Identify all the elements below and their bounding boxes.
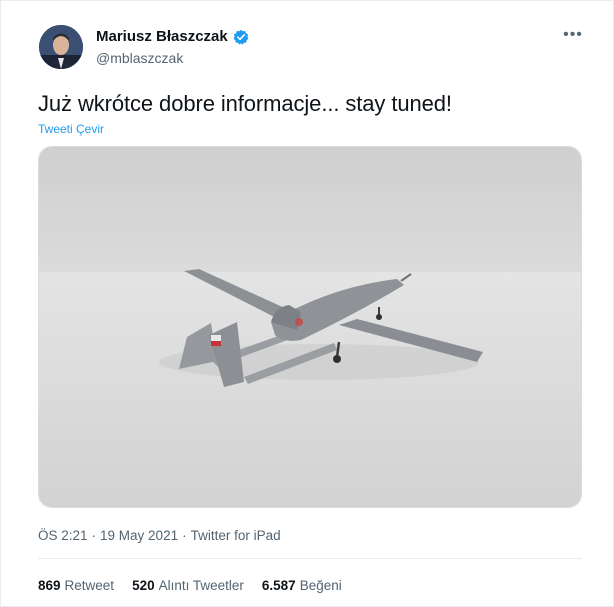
user-handle[interactable]: @mblaszczak — [96, 50, 183, 66]
display-name[interactable]: Mariusz Błaszczak — [96, 28, 228, 45]
stat-number: 869 — [38, 578, 61, 593]
stat-label: Beğeni — [299, 578, 342, 593]
tweet-media-photo[interactable] — [38, 146, 582, 508]
retweet-count[interactable]: 869 Retweet — [38, 578, 114, 593]
stat-number: 6.587 — [261, 578, 296, 593]
verified-badge-icon — [233, 29, 249, 45]
meta-separator: · — [91, 528, 97, 543]
profile-photo-icon — [39, 25, 83, 69]
stat-label: Retweet — [64, 578, 115, 593]
stat-label: Alıntı Tweetler — [158, 578, 244, 593]
divider — [38, 558, 582, 559]
avatar[interactable] — [39, 25, 83, 69]
quote-tweet-count[interactable]: 520 Alıntı Tweetler — [132, 578, 244, 593]
name-row: Mariusz Błaszczak — [96, 28, 249, 45]
translate-tweet-link[interactable]: Tweeti Çevir — [38, 122, 104, 136]
drone-photo-icon — [39, 147, 581, 507]
tweet-time[interactable]: ÖS 2:21 — [38, 528, 88, 543]
tweet-text: Już wkrótce dobre informacje... stay tun… — [38, 91, 452, 116]
tweet-meta: ÖS 2:21 · 19 May 2021 · Twitter for iPad — [38, 528, 281, 543]
like-count[interactable]: 6.587 Beğeni — [262, 578, 342, 593]
stat-number: 520 — [132, 578, 155, 593]
tweet-card: Mariusz Błaszczak @mblaszczak ••• Już wk… — [0, 0, 614, 607]
more-options-icon[interactable]: ••• — [561, 27, 585, 48]
tweet-stats: 869 Retweet 520 Alıntı Tweetler 6.587 Be… — [38, 578, 342, 593]
tweet-date[interactable]: 19 May 2021 — [100, 528, 178, 543]
tweet-source[interactable]: Twitter for iPad — [191, 528, 281, 543]
meta-separator: · — [182, 528, 187, 543]
